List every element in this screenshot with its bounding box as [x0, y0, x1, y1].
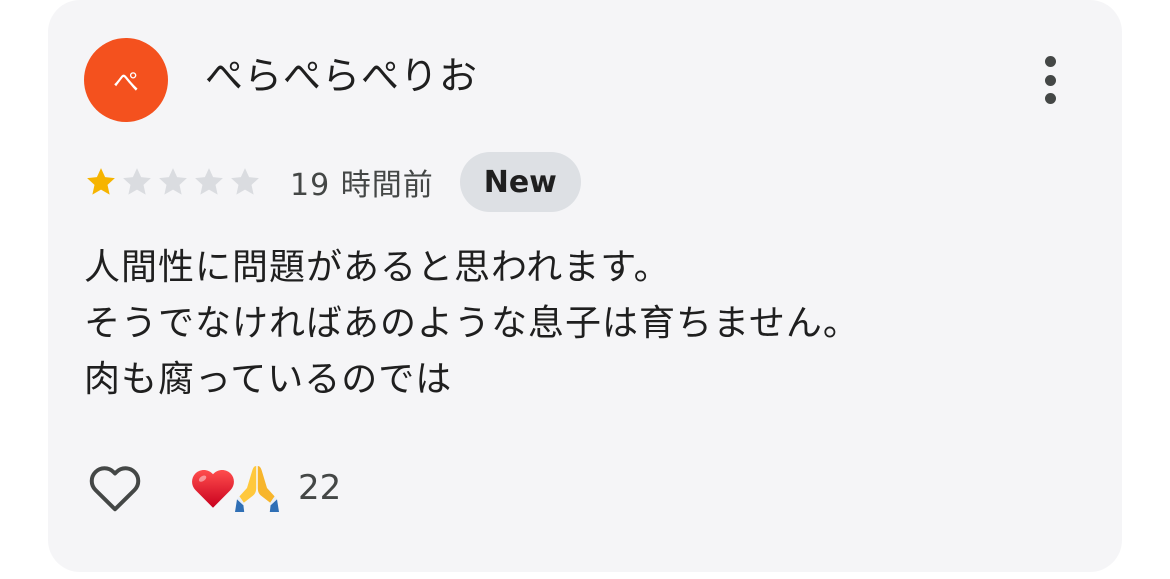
- more-vert-icon: [1044, 56, 1056, 67]
- more-vert-icon-dot: [1044, 93, 1056, 104]
- more-options-button[interactable]: [1028, 52, 1072, 108]
- avatar-letter: ぺ: [112, 67, 139, 98]
- review-time: 19 時間前: [290, 168, 434, 203]
- review-text-line: そうでなければあのような息子は育ちません。: [84, 303, 860, 344]
- reactions[interactable]: 22: [188, 458, 341, 518]
- heart-outline-icon: [89, 466, 141, 512]
- reaction-count: 22: [298, 468, 342, 508]
- star-empty-icon: [195, 168, 223, 195]
- star-empty-icon: [159, 168, 187, 195]
- more-vert-icon-dot: [1044, 74, 1056, 86]
- star-filled-icon: [87, 168, 115, 195]
- new-badge: New: [459, 152, 581, 212]
- review-text-line: 肉も腐っているのでは: [84, 359, 453, 400]
- star-rating: [84, 165, 264, 199]
- star-empty-icon: [231, 168, 259, 195]
- praying-hands-icon: [235, 466, 279, 512]
- review-text: 人間性に問題があると思われます。 そうでなければあのような息子は育ちません。 肉…: [84, 240, 1064, 408]
- like-button[interactable]: [84, 458, 146, 518]
- review-text-line: 人間性に問題があると思われます。: [84, 247, 671, 288]
- rating-row: 19 時間前 New: [84, 152, 581, 212]
- star-empty-icon: [123, 168, 151, 195]
- red-heart-icon: [192, 469, 234, 508]
- avatar[interactable]: ぺ: [84, 38, 168, 122]
- reviewer-name[interactable]: ぺらぺらぺりお: [205, 50, 478, 102]
